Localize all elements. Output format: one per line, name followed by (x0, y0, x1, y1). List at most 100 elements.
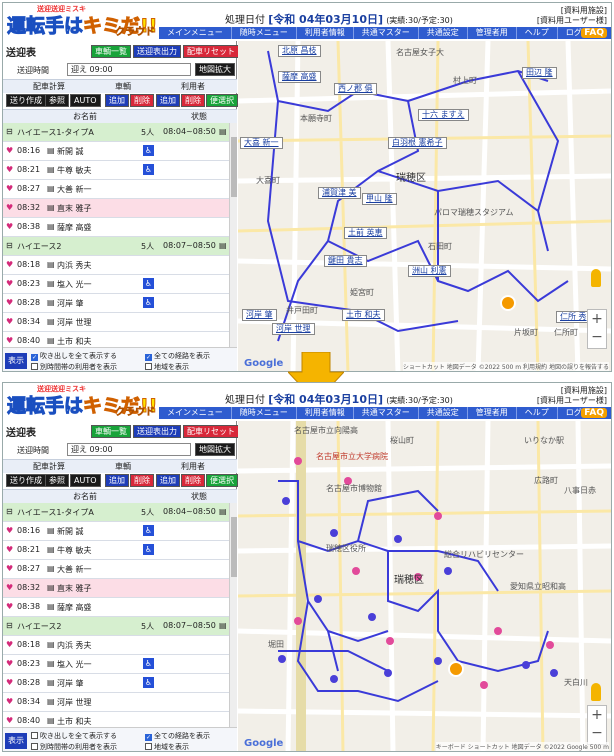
zoom-control[interactable]: + − (587, 309, 607, 349)
menu-item[interactable]: 随時メニュー (232, 27, 297, 39)
user-callout[interactable]: 大喜 新一 (240, 137, 283, 149)
vehicle-delete-button[interactable]: 削除 (130, 474, 154, 487)
passenger-row[interactable]: ♥ 08:28 ▤ 河岸 肇 ♿ (3, 294, 229, 313)
output-button[interactable]: 送迎表出力 (133, 425, 181, 438)
menu-item[interactable]: 共通設定 (419, 407, 468, 419)
menu-item[interactable]: 共通マスター (354, 407, 419, 419)
user-card-icon[interactable]: ▤ (47, 298, 55, 307)
auto-button[interactable]: AUTO (70, 94, 101, 107)
checkbox-show-balloons[interactable]: 吹き出しを全て表示する (31, 731, 117, 741)
output-button[interactable]: 送迎表出力 (133, 45, 181, 58)
user-card-icon[interactable]: ▤ (47, 583, 55, 592)
map-zoom-button[interactable]: 地図拡大 (195, 443, 235, 456)
display-button[interactable]: 表示 (5, 353, 27, 369)
user-callout[interactable]: 鍵田 貴志 (324, 255, 367, 267)
user-callout[interactable]: 洲山 利憲 (408, 265, 451, 277)
user-callout[interactable]: 十六 ますえ (418, 109, 469, 121)
menu-item[interactable]: 利用者情報 (297, 27, 354, 39)
faq-button[interactable]: FAQ (581, 28, 607, 38)
user-card-icon[interactable]: ▤ (47, 203, 55, 212)
checkbox-show-area[interactable]: 地域を表示 (145, 362, 189, 371)
send-create-button[interactable]: 送り作成 (6, 474, 46, 487)
vehicle-add-button[interactable]: 追加 (105, 94, 129, 107)
reset-button[interactable]: 配車リセット (183, 45, 239, 58)
reset-button[interactable]: 配車リセット (183, 425, 239, 438)
time-select[interactable]: 迎え 09:00 (67, 63, 191, 76)
vehicle-row[interactable]: ⊟ ハイエース2 5人 08:07~08:50 ▤ (3, 237, 229, 256)
menu-item[interactable]: メインメニュー (159, 407, 232, 419)
print-icon[interactable]: ▤ (219, 127, 227, 136)
user-card-icon[interactable]: ▤ (47, 260, 55, 269)
vehicle-row[interactable]: ⊟ ハイエース2 5人 08:07~08:50 ▤ (3, 617, 229, 636)
collapse-icon[interactable]: ⊟ (6, 507, 13, 516)
user-callout[interactable]: 浦賀津 美 (318, 187, 361, 199)
user-card-icon[interactable]: ▤ (47, 184, 55, 193)
user-card-icon[interactable]: ▤ (47, 526, 55, 535)
checkbox-show-balloons[interactable]: ✓ 吹き出しを全て表示する (31, 351, 117, 361)
passenger-row[interactable]: ♥ 08:34 ▤ 河岸 世理 (3, 693, 229, 712)
user-callout[interactable]: 田辺 隆 (522, 67, 557, 79)
list-scrollbar[interactable] (229, 123, 237, 357)
user-delete-button[interactable]: 削除 (181, 94, 205, 107)
checkbox-other-time-users[interactable]: 別時間帯の利用者を表示 (31, 742, 117, 751)
passenger-row[interactable]: ♥ 08:32 ▤ 直末 雅子 (3, 199, 229, 218)
menu-item[interactable]: 管理者用 (468, 27, 517, 39)
trip-select-button[interactable]: 便選択 (206, 94, 238, 107)
menu-item[interactable]: 共通マスター (354, 27, 419, 39)
checkbox-show-routes[interactable]: ✓ 全ての経路を表示 (145, 731, 210, 741)
passenger-row[interactable]: ♥ 08:34 ▤ 河岸 世理 (3, 313, 229, 332)
user-card-icon[interactable]: ▤ (47, 716, 55, 725)
user-card-icon[interactable]: ▤ (47, 640, 55, 649)
send-create-button[interactable]: 送り作成 (6, 94, 46, 107)
checkbox-show-routes[interactable]: ✓ 全ての経路を表示 (145, 351, 210, 361)
passenger-row[interactable]: ♥ 08:32 ▤ 直末 雅子 (3, 579, 229, 598)
time-select[interactable]: 迎え 09:00 (67, 443, 191, 456)
user-card-icon[interactable]: ▤ (47, 336, 55, 345)
user-card-icon[interactable]: ▤ (47, 545, 55, 554)
passenger-row[interactable]: ♥ 08:23 ▤ 塩入 光一 ♿ (3, 275, 229, 294)
checkbox-show-area[interactable]: 地域を表示 (145, 742, 189, 751)
user-card-icon[interactable]: ▤ (47, 678, 55, 687)
passenger-row[interactable]: ♥ 08:38 ▤ 薩摩 高盛 (3, 598, 229, 617)
reference-button[interactable]: 参照 (45, 94, 69, 107)
passenger-row[interactable]: ♥ 08:18 ▤ 内浜 秀夫 (3, 636, 229, 655)
menu-item[interactable]: ヘルプ (517, 407, 558, 419)
street-view-pegman[interactable] (591, 269, 601, 287)
trip-select-button[interactable]: 便選択 (206, 474, 238, 487)
checkbox-other-time-users[interactable]: 別時間帯の利用者を表示 (31, 362, 117, 371)
list-scrollbar[interactable] (229, 503, 237, 737)
print-icon[interactable]: ▤ (219, 507, 227, 516)
facility-marker[interactable] (500, 295, 516, 311)
user-callout[interactable]: 仁所 秀 (556, 311, 591, 323)
vehicle-row[interactable]: ⊟ ハイエース1-タイプA 5人 08:04~08:50 ▤ (3, 123, 229, 142)
passenger-row[interactable]: ♥ 08:23 ▤ 塩入 光一 ♿ (3, 655, 229, 674)
display-button[interactable]: 表示 (5, 733, 27, 749)
user-card-icon[interactable]: ▤ (47, 146, 55, 155)
user-callout[interactable]: 河岸 肇 (242, 309, 277, 321)
passenger-row[interactable]: ♥ 08:27 ▤ 大善 新一 (3, 180, 229, 199)
passenger-row[interactable]: ♥ 08:21 ▤ 牛尊 敏夫 ♿ (3, 161, 229, 180)
user-card-icon[interactable]: ▤ (47, 564, 55, 573)
vehicle-list-button[interactable]: 車輌一覧 (91, 45, 131, 58)
user-callout[interactable]: 北原 昌枝 (278, 45, 321, 57)
vehicle-add-button[interactable]: 追加 (105, 474, 129, 487)
user-card-icon[interactable]: ▤ (47, 279, 55, 288)
collapse-icon[interactable]: ⊟ (6, 127, 13, 136)
user-card-icon[interactable]: ▤ (47, 697, 55, 706)
user-callout[interactable]: 薩摩 高盛 (278, 71, 321, 83)
user-add-button[interactable]: 追加 (156, 474, 180, 487)
collapse-icon[interactable]: ⊟ (6, 621, 13, 630)
zoom-control[interactable]: + − (587, 705, 607, 745)
menu-item[interactable]: メインメニュー (159, 27, 232, 39)
user-card-icon[interactable]: ▤ (47, 659, 55, 668)
passenger-row[interactable]: ♥ 08:27 ▤ 大善 新一 (3, 560, 229, 579)
route-map[interactable]: 名古屋女子大 村上町 瑞穂区 パロマ瑞穂スタジアム 本願寺町 大喜町 石田町 姫… (238, 41, 611, 371)
passenger-row[interactable]: ♥ 08:16 ▤ 新開 誠 ♿ (3, 142, 229, 161)
print-icon[interactable]: ▤ (219, 241, 227, 250)
user-callout[interactable]: 河岸 世理 (272, 323, 315, 335)
passenger-row[interactable]: ♥ 08:18 ▤ 内浜 秀夫 (3, 256, 229, 275)
menu-item[interactable]: 管理者用 (468, 407, 517, 419)
user-callout[interactable]: 西ノ郡 俱 (334, 83, 377, 95)
map-zoom-button[interactable]: 地図拡大 (195, 63, 235, 76)
vehicle-row[interactable]: ⊟ ハイエース1-タイプA 5人 08:04~08:50 ▤ (3, 503, 229, 522)
